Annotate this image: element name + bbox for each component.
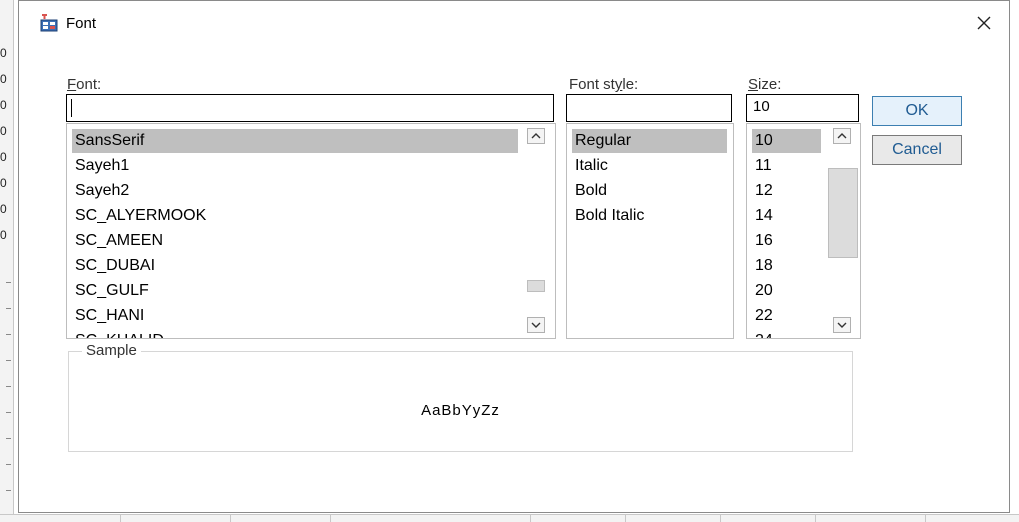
row-dash xyxy=(6,308,11,309)
text-caret xyxy=(71,99,72,117)
chevron-down-icon xyxy=(531,322,541,328)
dialog-title: Font xyxy=(66,15,97,32)
font-style-item[interactable]: Italic xyxy=(572,154,608,178)
font-style-label: Font style: xyxy=(569,76,639,93)
font-label: Font: xyxy=(67,76,102,93)
row-dash xyxy=(6,334,11,335)
close-icon xyxy=(977,16,991,30)
chevron-up-icon xyxy=(837,133,847,139)
ok-button[interactable]: OK xyxy=(872,96,962,126)
font-style-item[interactable]: Bold Italic xyxy=(572,204,644,228)
font-style-item[interactable]: Regular xyxy=(572,129,727,153)
sample-group: AaBbYyZz xyxy=(68,351,853,452)
chevron-up-icon xyxy=(531,133,541,139)
font-list-item[interactable]: Sayeh1 xyxy=(72,154,129,178)
row-mark: 0 xyxy=(0,150,7,164)
row-dash xyxy=(6,464,11,465)
font-list-item[interactable]: Sayeh2 xyxy=(72,179,129,203)
size-list-item[interactable]: 20 xyxy=(752,279,773,303)
row-dash xyxy=(6,282,11,283)
font-style-input[interactable] xyxy=(566,94,732,122)
title-bar: Font xyxy=(19,1,1009,45)
font-style-item[interactable]: Bold xyxy=(572,179,607,203)
row-mark: 0 xyxy=(0,202,7,216)
close-button[interactable] xyxy=(971,10,997,36)
size-scroll-up-button[interactable] xyxy=(833,128,851,144)
row-dash xyxy=(6,386,11,387)
font-scrollbar-thumb[interactable] xyxy=(527,280,545,292)
font-app-icon xyxy=(39,14,59,32)
sample-preview-text: AaBbYyZz xyxy=(421,402,500,419)
size-scroll-down-button[interactable] xyxy=(833,317,851,333)
font-style-list[interactable]: Regular Italic Bold Bold Italic xyxy=(566,123,734,339)
font-list-item[interactable]: SansSerif xyxy=(72,129,518,153)
row-mark: 0 xyxy=(0,124,7,138)
size-list-item[interactable]: 12 xyxy=(752,179,773,203)
size-list-item[interactable]: 10 xyxy=(752,129,821,153)
background-row-header: 0 0 0 0 0 0 0 0 xyxy=(0,0,14,521)
chevron-down-icon xyxy=(837,322,847,328)
size-input[interactable]: 10 xyxy=(746,94,859,122)
row-dash xyxy=(6,438,11,439)
size-list-item[interactable]: 24 xyxy=(752,329,773,338)
font-list-item[interactable]: SC_AMEEN xyxy=(72,229,163,253)
size-list-item[interactable]: 11 xyxy=(752,154,772,178)
row-mark: 0 xyxy=(0,228,7,242)
sample-label: Sample xyxy=(82,342,141,359)
font-scroll-down-button[interactable] xyxy=(527,317,545,333)
font-list-item[interactable]: SC_DUBAI xyxy=(72,254,155,278)
font-list-item[interactable]: SC_HANI xyxy=(72,304,144,328)
row-mark: 0 xyxy=(0,72,7,86)
row-mark: 0 xyxy=(0,98,7,112)
cancel-button[interactable]: Cancel xyxy=(872,135,962,165)
row-dash xyxy=(6,360,11,361)
font-name-input[interactable] xyxy=(66,94,554,122)
font-scroll-up-button[interactable] xyxy=(527,128,545,144)
size-scrollbar-thumb[interactable] xyxy=(828,168,858,258)
size-label: Size: xyxy=(748,76,782,93)
row-dash xyxy=(6,412,11,413)
font-dialog: Font Font: Font style: Size: 10 OK Cance… xyxy=(18,0,1010,513)
font-list-item[interactable]: SC_GULF xyxy=(72,279,149,303)
size-list-item[interactable]: 22 xyxy=(752,304,773,328)
size-list-item[interactable]: 18 xyxy=(752,254,773,278)
row-mark: 0 xyxy=(0,176,7,190)
row-dash xyxy=(6,490,11,491)
row-mark: 0 xyxy=(0,46,7,60)
font-list-item[interactable]: SC_KHALID xyxy=(72,329,164,338)
font-list-item[interactable]: SC_ALYERMOOK xyxy=(72,204,206,228)
size-list[interactable]: 10 11 12 14 16 18 20 22 24 xyxy=(746,123,861,339)
size-list-item[interactable]: 16 xyxy=(752,229,773,253)
font-list[interactable]: SansSerif Sayeh1 Sayeh2 SC_ALYERMOOK SC_… xyxy=(66,123,556,339)
size-list-item[interactable]: 14 xyxy=(752,204,773,228)
